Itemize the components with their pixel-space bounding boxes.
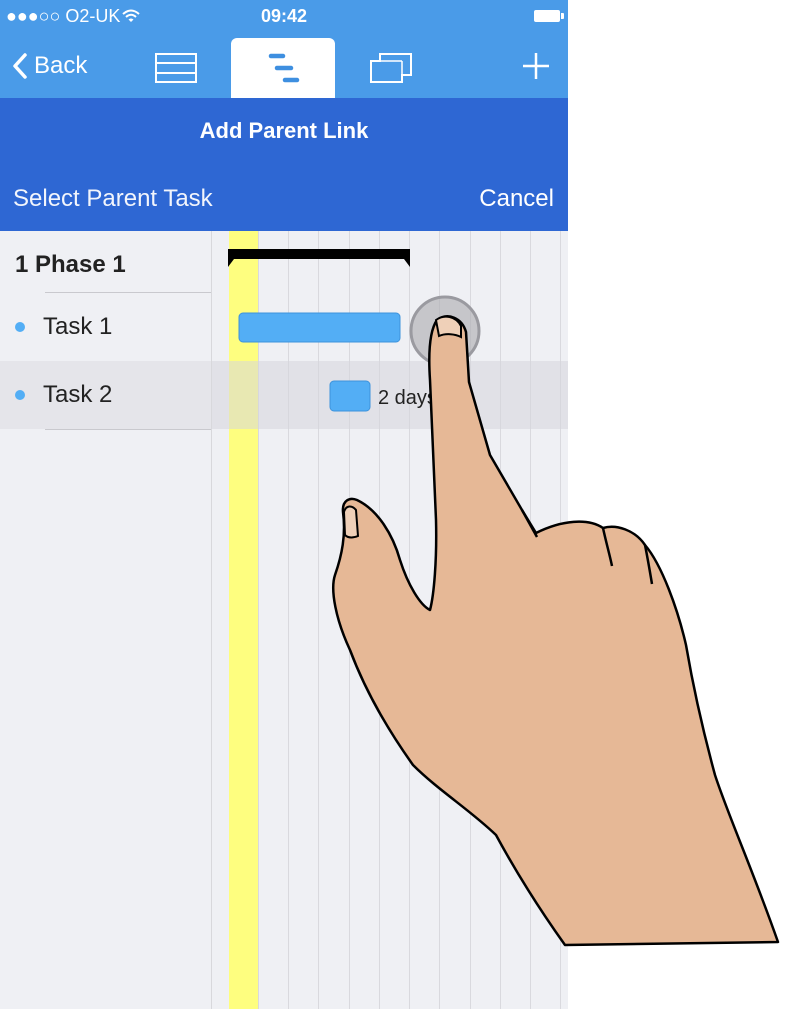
add-button[interactable] xyxy=(516,46,556,86)
gantt-bars: 2 days xyxy=(228,249,481,412)
toolbar: Back xyxy=(0,34,568,98)
task-bullet xyxy=(15,390,25,400)
battery-icon xyxy=(534,10,564,22)
task-2-duration-label: 2 days xyxy=(378,387,437,409)
task-list: 1 Phase 1 Task 1 Task 2 xyxy=(0,231,212,1009)
knuckle-line xyxy=(643,544,654,585)
task-bullet xyxy=(15,322,25,332)
list-view-icon xyxy=(155,53,197,83)
phase-label: 1 Phase 1 xyxy=(15,251,126,278)
row-divider xyxy=(45,429,211,430)
plus-icon xyxy=(523,53,549,79)
cancel-button[interactable]: Cancel xyxy=(479,185,554,213)
status-bar: ●●●○○ O2-UK 09:42 xyxy=(0,0,568,34)
phase-summary-bar xyxy=(228,249,410,267)
title-bar: Add Parent Link Select Parent Task Cance… xyxy=(0,98,568,231)
task-row-task-1[interactable]: Task 1 xyxy=(0,293,211,361)
back-label: Back xyxy=(34,52,88,79)
board-view-icon xyxy=(370,53,412,83)
task-label: Task 2 xyxy=(43,381,113,408)
tab-list-view[interactable] xyxy=(124,38,228,98)
gantt-chart: 2 days xyxy=(212,231,568,1009)
tab-gantt-view[interactable] xyxy=(231,38,335,98)
task-2-bar xyxy=(329,380,371,412)
task-label: Task 1 xyxy=(43,313,113,340)
link-handle[interactable] xyxy=(409,295,481,367)
page-title: Add Parent Link xyxy=(199,118,369,143)
chevron-left-icon xyxy=(13,53,27,79)
tab-board-view[interactable] xyxy=(339,38,443,98)
knuckle-line xyxy=(601,527,614,567)
gantt-view-icon xyxy=(268,53,300,83)
task-1-bar xyxy=(238,312,401,343)
task-row-phase-1[interactable]: 1 Phase 1 xyxy=(0,231,211,299)
app-screen: ●●●○○ O2-UK 09:42 Back Add Parent Link S… xyxy=(0,0,568,1009)
clock: 09:42 xyxy=(260,6,308,26)
back-button[interactable]: Back xyxy=(12,46,87,86)
task-row-task-2[interactable]: Task 2 xyxy=(0,361,211,429)
subtitle: Select Parent Task xyxy=(13,185,213,212)
